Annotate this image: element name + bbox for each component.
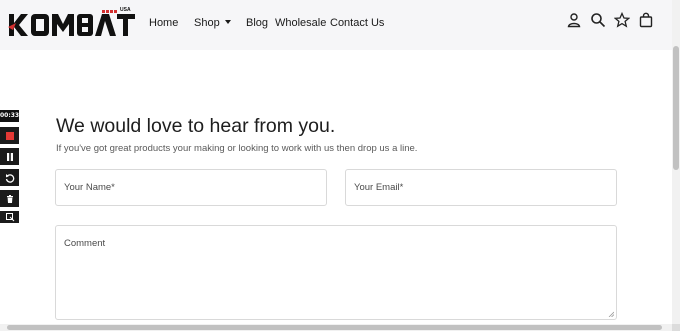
email-placeholder: Your Email*: [354, 182, 404, 193]
kombat-logo[interactable]: [7, 10, 135, 40]
wishlist-star-icon[interactable]: [614, 12, 630, 28]
logo-badge: USA: [120, 7, 131, 13]
name-field[interactable]: Your Name*: [55, 169, 327, 206]
account-icon[interactable]: [566, 12, 582, 28]
vertical-scrollbar[interactable]: [672, 0, 680, 331]
page-subtitle: If you've got great products your making…: [56, 143, 418, 154]
cart-bag-icon[interactable]: [638, 12, 654, 28]
scrollbar-corner: [672, 324, 680, 331]
nav-wholesale[interactable]: Wholesale: [275, 17, 326, 29]
email-field[interactable]: Your Email*: [345, 169, 617, 206]
cursor-icon[interactable]: [0, 211, 19, 223]
name-placeholder: Your Name*: [64, 182, 115, 193]
pause-icon[interactable]: [0, 148, 19, 165]
horizontal-scrollbar-thumb[interactable]: [7, 325, 662, 330]
restart-icon[interactable]: [0, 169, 19, 186]
resize-handle-icon[interactable]: [608, 311, 614, 317]
nav-blog[interactable]: Blog: [246, 17, 268, 29]
site-header: USA Home Shop Blog Wholesale Contact Us: [0, 0, 672, 50]
stop-icon[interactable]: [0, 127, 19, 144]
page-title: We would love to hear from you.: [56, 115, 336, 137]
nav-home[interactable]: Home: [149, 17, 178, 29]
recording-timer: 00:33: [0, 110, 19, 122]
chevron-down-icon: [224, 20, 231, 24]
horizontal-scrollbar[interactable]: [0, 324, 672, 331]
delete-icon[interactable]: [0, 190, 19, 207]
nav-contact-us[interactable]: Contact Us: [330, 17, 384, 29]
comment-field[interactable]: Comment: [55, 225, 617, 320]
search-icon[interactable]: [590, 12, 606, 28]
vertical-scrollbar-thumb[interactable]: [673, 46, 679, 170]
nav-shop[interactable]: Shop: [194, 17, 231, 29]
comment-placeholder: Comment: [64, 238, 106, 249]
